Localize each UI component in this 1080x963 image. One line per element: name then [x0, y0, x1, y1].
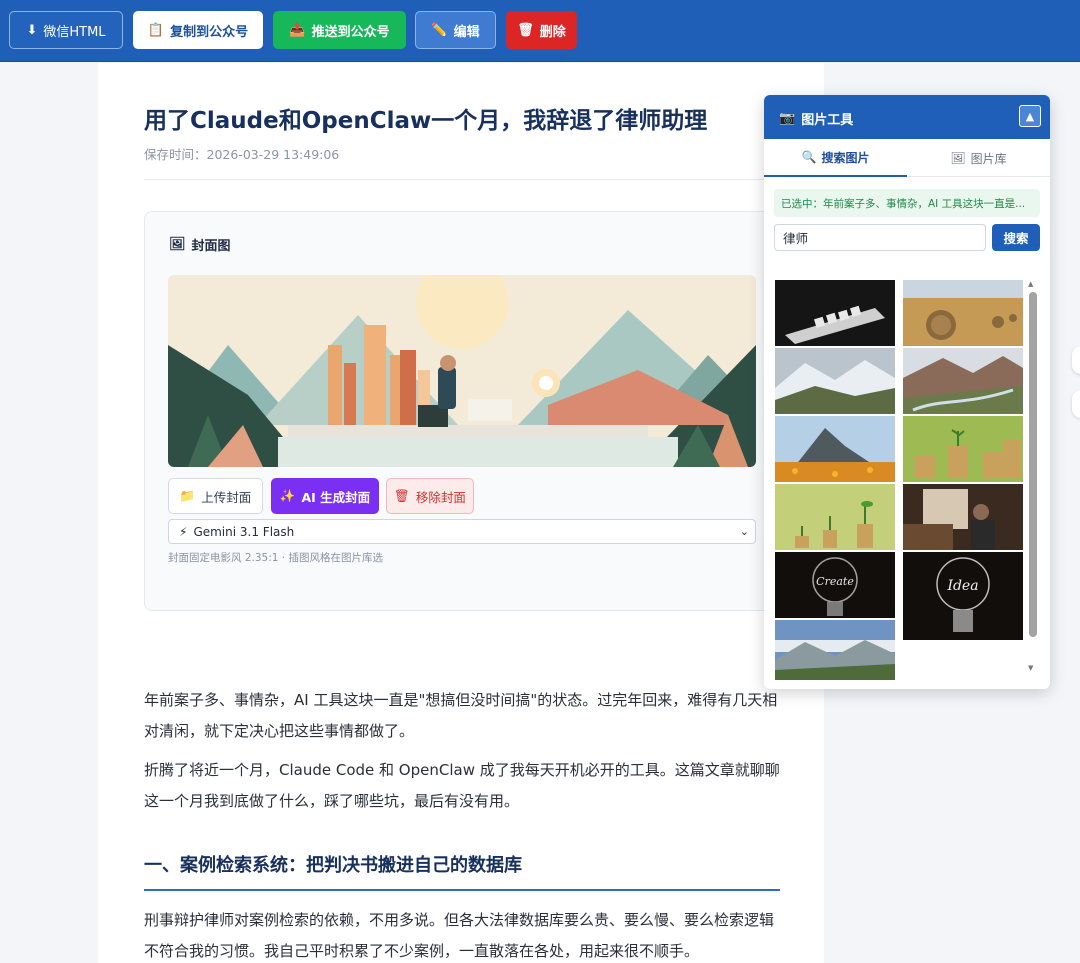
wechat-html-label: 微信HTML [43, 24, 106, 40]
thumbnail-lawyer-tiles[interactable] [775, 280, 895, 346]
section-paragraph: 刑事辩护律师对案例检索的依赖，不用多说。但各大法律数据库要么贵、要么慢、要么检索… [144, 911, 775, 960]
chevron-down-icon: ⌄ [739, 525, 749, 538]
thumbnail-rocky-peak[interactable] [775, 416, 895, 482]
top-toolbar: ⬇ 微信HTML 📋 复制到公众号 📤 推送到公众号 ✏️ 编辑 🗑 删除 [0, 0, 1080, 62]
ai-generate-cover-label: AI 生成封面 [301, 489, 371, 505]
thumbnail-idea-lightbulb[interactable]: Idea [903, 552, 1023, 640]
image-search-button[interactable]: 搜索 [992, 224, 1040, 251]
trash-icon: 🗑 [394, 488, 410, 503]
image-panel-title-label: 图片工具 [801, 113, 854, 128]
edit-label: 编辑 [453, 24, 480, 40]
push-to-mp-label: 推送到公众号 [311, 24, 390, 40]
upload-tray-icon: 📤 [289, 22, 306, 38]
scroll-up-arrow-icon[interactable]: ▲ [1028, 280, 1033, 288]
results-scrollbar[interactable]: ▲ ▼ [1028, 280, 1038, 678]
image-results-grid: Create Idea [775, 280, 1025, 680]
image-panel-tabs: 🔍 搜索图片 🖼 图片库 [764, 139, 1050, 177]
collapse-panel-button[interactable]: ▲ [1019, 105, 1041, 127]
remove-cover-label: 移除封面 [415, 489, 466, 505]
cover-section: 🖼 封面图 📁 上传封面 ✨ AI 生成封面 🗑 移除封面 ⚡ Gemini 3… [144, 211, 834, 611]
model-select-value: Gemini 3.1 Flash [193, 524, 295, 539]
remove-cover-button[interactable]: 🗑 移除封面 [386, 478, 474, 514]
thumbnail-office-woman[interactable] [903, 484, 1023, 550]
delete-button[interactable]: 🗑 删除 [506, 11, 577, 49]
delete-label: 删除 [539, 24, 566, 40]
article-title: 用了Claude和OpenClaw一个月，我辞退了律师助理 [144, 108, 708, 134]
thumbnail-seedlings[interactable] [775, 484, 895, 550]
cover-heading-label: 封面图 [191, 239, 231, 254]
pencil-icon: ✏️ [431, 22, 448, 38]
camera-icon: 📷 [779, 111, 796, 126]
sparkle-icon: ✨ [279, 488, 296, 503]
model-select[interactable]: ⚡ Gemini 3.1 Flash ⌄ [168, 519, 756, 544]
scrollbar-thumb[interactable] [1029, 292, 1037, 637]
thumbnail-alpine-landscape[interactable] [775, 620, 895, 680]
section-heading: 一、案例检索系统：把判决书搬进自己的数据库 [144, 855, 522, 876]
folder-icon: 📁 [179, 488, 196, 503]
image-tool-panel: 📷 图片工具 ▲ 🔍 搜索图片 🖼 图片库 已选中：年前案子多、事情杂，AI 工… [764, 95, 1050, 689]
wechat-html-button[interactable]: ⬇ 微信HTML [9, 11, 123, 49]
lightning-icon: ⚡ [179, 524, 188, 539]
edge-handle-1[interactable] [1072, 346, 1080, 374]
edit-button[interactable]: ✏️ 编辑 [415, 11, 496, 49]
title-divider [144, 179, 780, 180]
magnifier-icon: 🔍 [801, 150, 817, 164]
section-heading-underline [144, 889, 780, 891]
download-icon: ⬇ [26, 22, 38, 38]
copy-to-mp-label: 复制到公众号 [170, 24, 249, 40]
image-panel-header: 📷 图片工具 ▲ [764, 95, 1050, 139]
chevron-up-icon: ▲ [1025, 109, 1035, 123]
thumbnail-create-lightbulb[interactable]: Create [775, 552, 895, 618]
cover-heading: 🖼 封面图 [169, 235, 231, 254]
cover-illustration [168, 275, 756, 467]
upload-cover-button[interactable]: 📁 上传封面 [168, 478, 263, 514]
ai-generate-cover-button[interactable]: ✨ AI 生成封面 [271, 478, 379, 514]
thumbnail-snowy-mountains[interactable] [775, 348, 895, 414]
svg-text:Create: Create [816, 575, 854, 588]
tab-library-label: 图片库 [970, 151, 1007, 166]
copy-to-mp-button[interactable]: 📋 复制到公众号 [133, 11, 263, 49]
paragraph-2: 折腾了将近一个月，Claude Code 和 OpenClaw 成了我每天开机必… [144, 761, 780, 810]
selected-paragraph-note: 已选中：年前案子多、事情杂，AI 工具这块一直是... [774, 189, 1040, 217]
image-panel-title: 📷 图片工具 [779, 109, 853, 128]
article-card: 用了Claude和OpenClaw一个月，我辞退了律师助理 保存时间：2026-… [98, 63, 834, 963]
picture-icon: 🖼 [950, 151, 966, 165]
cover-image[interactable] [168, 275, 756, 467]
save-time: 保存时间：2026-03-29 13:49:06 [144, 147, 340, 162]
trash-icon: 🗑 [517, 22, 534, 38]
picture-icon: 🖼 [169, 237, 186, 252]
clipboard-icon: 📋 [147, 22, 165, 38]
thumbnail-coin-stacks[interactable] [903, 416, 1023, 482]
scroll-down-arrow-icon[interactable]: ▼ [1028, 664, 1033, 672]
tab-search-images[interactable]: 🔍 搜索图片 [764, 139, 907, 177]
tab-image-library[interactable]: 🖼 图片库 [907, 139, 1050, 177]
cover-hint: 封面固定电影风 2.35:1 · 插图风格在图片库选 [168, 552, 383, 564]
image-search-input[interactable] [774, 224, 986, 251]
edge-handle-2[interactable] [1072, 390, 1080, 418]
thumbnail-hay-bales[interactable] [903, 280, 1023, 346]
thumbnail-river-valley[interactable] [903, 348, 1023, 414]
svg-text:Idea: Idea [946, 578, 978, 594]
upload-cover-label: 上传封面 [201, 489, 252, 505]
paragraph-1: 年前案子多、事情杂，AI 工具这块一直是"想搞但没时间搞"的状态。过完年回来，难… [144, 691, 778, 740]
push-to-mp-button[interactable]: 📤 推送到公众号 [273, 11, 406, 49]
tab-search-label: 搜索图片 [821, 150, 870, 165]
